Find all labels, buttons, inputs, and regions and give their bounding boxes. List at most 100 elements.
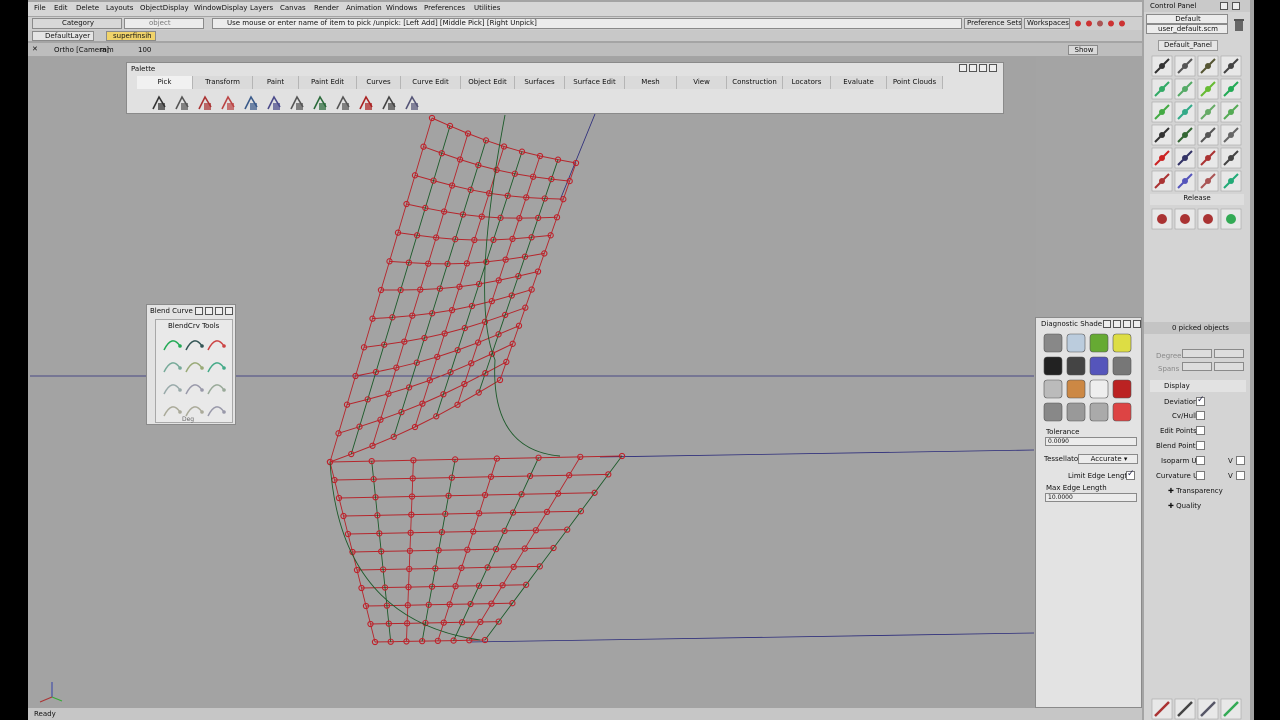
menu-item-animation[interactable]: Animation	[346, 4, 382, 12]
pick-locator-icon[interactable]	[379, 93, 399, 113]
shelf-tool-icon[interactable]	[1151, 78, 1173, 100]
shelf-tool-icon[interactable]	[1220, 101, 1242, 123]
tolerance-field[interactable]: 0.0090	[1045, 437, 1137, 446]
menu-item-objectdisplay[interactable]: ObjectDisplay	[140, 4, 189, 12]
bottom-tool-icon[interactable]	[1220, 698, 1242, 720]
tab-paint-edit[interactable]: Paint Edit	[299, 76, 357, 89]
shelf-tool-icon[interactable]	[1151, 124, 1173, 146]
shelf-tool-icon[interactable]	[1174, 101, 1196, 123]
shelf-tool-icon[interactable]	[1174, 147, 1196, 169]
diag-options-icon[interactable]	[1103, 320, 1111, 328]
bottom-tool-icon[interactable]	[1197, 698, 1219, 720]
diag-arrow-icon[interactable]	[1123, 320, 1131, 328]
menu-item-windowdisplay[interactable]: WindowDisplay	[194, 4, 247, 12]
diagnostic-shader-icons[interactable]	[1042, 332, 1142, 432]
tool-shelf-grid[interactable]	[1144, 52, 1250, 232]
edit-points-checkbox[interactable]	[1196, 426, 1205, 435]
shelf-tool-icon[interactable]	[1197, 170, 1219, 192]
curvature-v-checkbox[interactable]	[1236, 471, 1245, 480]
trash-icon[interactable]	[1232, 18, 1246, 32]
pick-component-icon[interactable]	[172, 93, 192, 113]
palette-window-controls[interactable]	[959, 64, 999, 74]
shelf-tool-icon[interactable]	[1151, 147, 1173, 169]
pick-nothing-icon[interactable]	[356, 93, 376, 113]
pick-curve-icon[interactable]	[241, 93, 261, 113]
blend-tool-icon[interactable]	[207, 362, 226, 373]
shelf-tool-icon[interactable]	[1220, 124, 1242, 146]
diagnostic-shader-icon[interactable]	[1066, 402, 1086, 422]
deviation-checkbox[interactable]	[1196, 395, 1205, 406]
diagnostic-shader-icon[interactable]	[1089, 333, 1109, 353]
shelf-tool-icon[interactable]	[1197, 78, 1219, 100]
blend-collapse-icon[interactable]	[215, 307, 223, 315]
diagnostic-shader-icon[interactable]	[1112, 356, 1132, 376]
tab-surface-edit[interactable]: Surface Edit	[565, 76, 625, 89]
diagnostic-shader-icon[interactable]	[1089, 402, 1109, 422]
bottom-tool-icons[interactable]	[1144, 698, 1250, 720]
release-tools[interactable]	[1144, 208, 1250, 230]
menu-item-utilities[interactable]: Utilities	[474, 4, 500, 12]
user-file-dropdown[interactable]: user_default.scm	[1146, 24, 1228, 34]
shelf-tool-icon[interactable]	[1220, 55, 1242, 77]
tab-point-clouds[interactable]: Point Clouds	[887, 76, 943, 89]
release-tool-icon[interactable]	[1220, 208, 1242, 230]
palette-close-icon[interactable]	[989, 64, 997, 72]
tab-mesh[interactable]: Mesh	[625, 76, 677, 89]
diagnostic-shader-icon[interactable]	[1066, 333, 1086, 353]
diagnostic-shader-icon[interactable]	[1089, 379, 1109, 399]
shelf-tool-icon[interactable]	[1151, 101, 1173, 123]
cp-list-icon[interactable]	[1220, 2, 1228, 10]
pick-edit-icon[interactable]	[287, 93, 307, 113]
pick-object-icon[interactable]	[149, 93, 169, 113]
pick-point-icon[interactable]	[218, 93, 238, 113]
diagnostic-shader-icon[interactable]	[1112, 333, 1132, 353]
shelf-tool-icon[interactable]	[1174, 170, 1196, 192]
shelf-tool-icon[interactable]	[1220, 78, 1242, 100]
release-tool-icon[interactable]	[1151, 208, 1173, 230]
shelf-tool-icon[interactable]	[1197, 55, 1219, 77]
preset-dropdown[interactable]: Default	[1146, 14, 1228, 24]
pick-cv-icon[interactable]	[195, 93, 215, 113]
diag-list-icon[interactable]	[1113, 320, 1121, 328]
tessellator-dropdown[interactable]: Accurate ▾	[1078, 454, 1138, 464]
diagnostic-shader-icon[interactable]	[1043, 333, 1063, 353]
menu-item-edit[interactable]: Edit	[54, 4, 68, 12]
degree-u-field[interactable]	[1182, 349, 1212, 358]
tab-curves[interactable]: Curves	[357, 76, 401, 89]
close-view-icon[interactable]: ✕	[32, 45, 38, 53]
workspace-tools-icon[interactable]	[1073, 19, 1133, 28]
blend-tool-icon[interactable]	[163, 406, 182, 417]
isoparm-v-checkbox[interactable]	[1236, 456, 1245, 465]
layer-superfinsih-tab[interactable]: superfinsih	[106, 31, 156, 41]
show-button[interactable]: Show	[1068, 45, 1098, 55]
max-edge-field[interactable]: 10.0000	[1045, 493, 1137, 502]
tab-construction[interactable]: Construction	[727, 76, 783, 89]
object-field[interactable]: object	[124, 18, 204, 29]
pick-surface-icon[interactable]	[264, 93, 284, 113]
bottom-tool-icon[interactable]	[1174, 698, 1196, 720]
workspace-icons[interactable]	[1073, 19, 1133, 28]
cp-close-icon[interactable]	[1232, 2, 1240, 10]
menu-item-render[interactable]: Render	[314, 4, 339, 12]
transparency-row[interactable]: ✚ Transparency	[1168, 487, 1223, 495]
diag-close-icon[interactable]	[1133, 320, 1141, 328]
degree-v-field[interactable]	[1214, 349, 1244, 358]
blend-tools-grid[interactable]	[156, 332, 234, 422]
shelf-tool-icon[interactable]	[1220, 147, 1242, 169]
diagnostic-shader-icon[interactable]	[1066, 379, 1086, 399]
blend-tool-icon[interactable]	[207, 340, 226, 351]
diagnostic-shader-icon[interactable]	[1043, 356, 1063, 376]
shelf-tool-icon[interactable]	[1197, 101, 1219, 123]
shelf-tool-icon[interactable]	[1151, 55, 1173, 77]
pick-chain-icon[interactable]	[310, 93, 330, 113]
diagnostic-shader-icon[interactable]	[1043, 402, 1063, 422]
tab-pick[interactable]: Pick	[137, 76, 193, 89]
category-field[interactable]: Category	[32, 18, 122, 29]
diagnostic-shader-icon[interactable]	[1112, 379, 1132, 399]
menu-item-file[interactable]: File	[34, 4, 46, 12]
blend-tool-icon[interactable]	[185, 384, 204, 395]
blend-tool-icon[interactable]	[185, 406, 204, 417]
palette-list-icon[interactable]	[969, 64, 977, 72]
quality-row[interactable]: ✚ Quality	[1168, 502, 1201, 510]
spans-v-field[interactable]	[1214, 362, 1244, 371]
